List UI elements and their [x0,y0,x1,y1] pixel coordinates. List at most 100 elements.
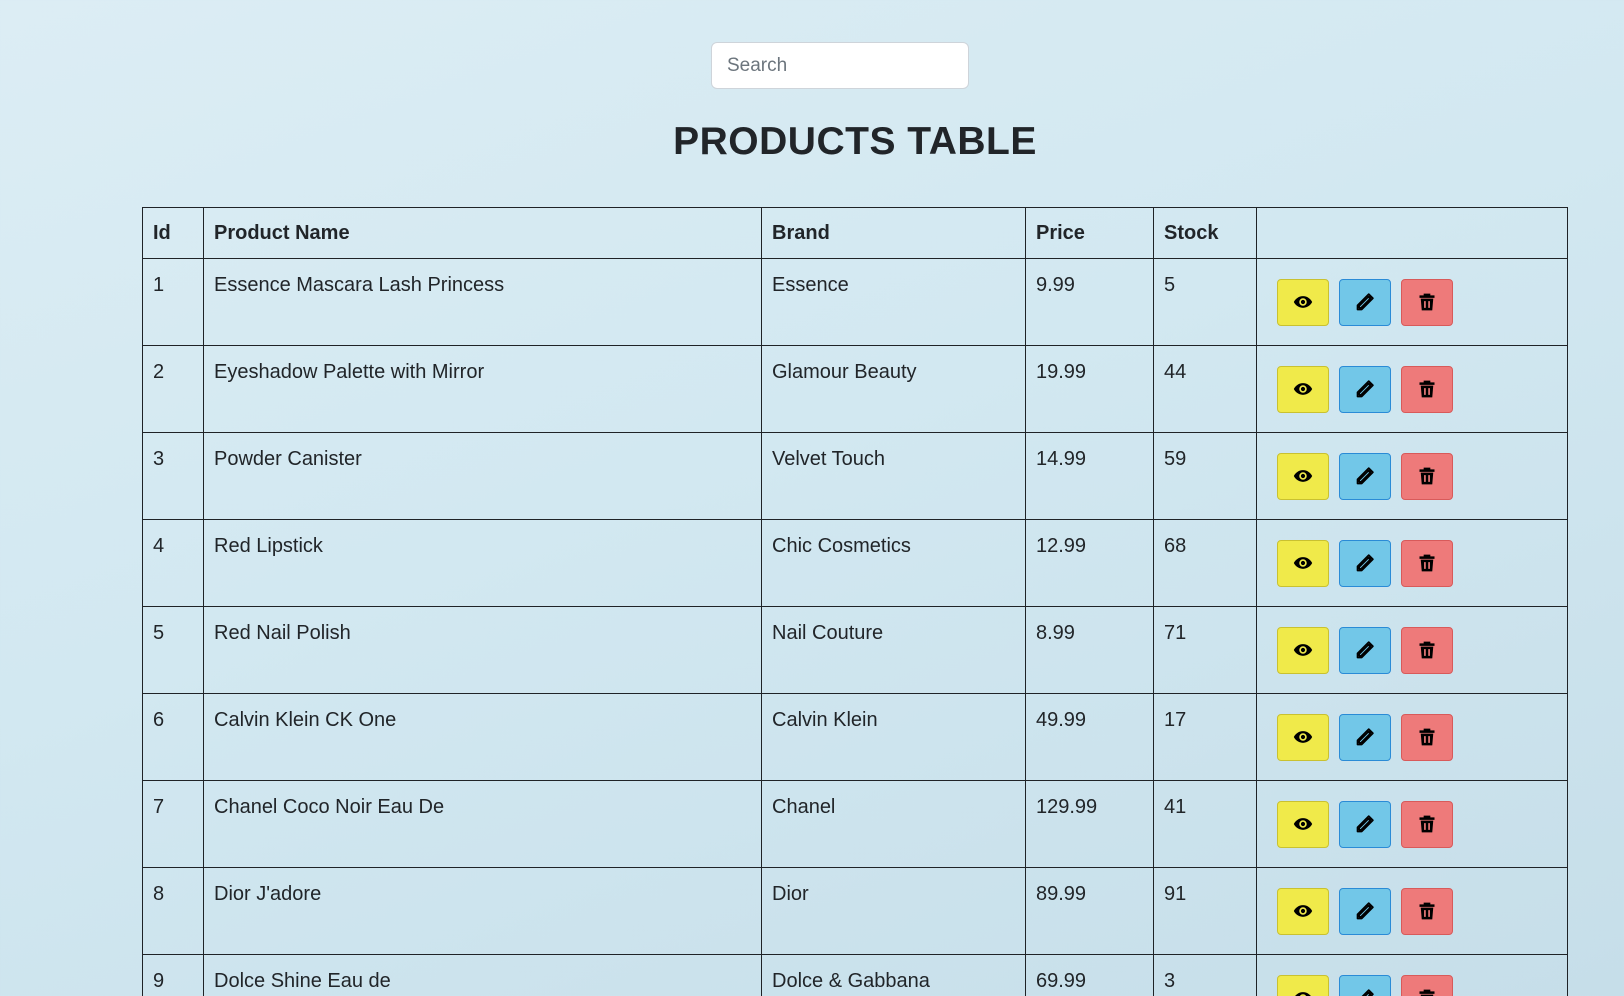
cell-product-name: Chanel Coco Noir Eau De [203,780,762,868]
cell-product-name: Powder Canister [203,432,762,520]
view-button[interactable] [1277,714,1329,761]
view-button[interactable] [1277,888,1329,935]
pencil-icon [1356,554,1374,572]
cell-price: 14.99 [1025,432,1154,520]
cell-actions [1256,519,1568,607]
cell-stock: 41 [1153,780,1257,868]
column-header-id: Id [142,207,204,259]
cell-stock: 3 [1153,954,1257,996]
trash-icon [1419,380,1435,398]
eye-icon [1293,818,1313,830]
cell-id: 1 [142,258,204,346]
pencil-icon [1356,815,1374,833]
trash-icon [1419,815,1435,833]
cell-id: 7 [142,780,204,868]
cell-stock: 44 [1153,345,1257,433]
cell-id: 2 [142,345,204,433]
cell-price: 89.99 [1025,867,1154,955]
cell-price: 129.99 [1025,780,1154,868]
trash-icon [1419,989,1435,996]
view-button[interactable] [1277,975,1329,996]
edit-button[interactable] [1339,453,1391,500]
delete-button[interactable] [1401,714,1453,761]
eye-icon [1293,557,1313,569]
cell-actions [1256,345,1568,433]
table-row: 8 Dior J'adore Dior 89.99 91 [142,867,1568,955]
pencil-icon [1356,380,1374,398]
cell-price: 12.99 [1025,519,1154,607]
cell-stock: 5 [1153,258,1257,346]
cell-brand: Dior [761,867,1026,955]
cell-actions [1256,258,1568,346]
pencil-icon [1361,989,1374,996]
cell-actions [1256,867,1568,955]
cell-brand: Dolce & Gabbana [761,954,1026,996]
cell-product-name: Red Lipstick [203,519,762,607]
cell-brand: Velvet Touch [761,432,1026,520]
delete-button[interactable] [1401,366,1453,413]
cell-id: 8 [142,867,204,955]
pencil-icon [1356,728,1374,746]
cell-brand: Nail Couture [761,606,1026,694]
cell-brand: Essence [761,258,1026,346]
cell-actions [1256,606,1568,694]
view-button[interactable] [1277,453,1329,500]
table-body: 1 Essence Mascara Lash Princess Essence … [142,258,1568,996]
products-table: Id Product Name Brand Price Stock 1 Esse… [142,207,1568,996]
column-header-stock: Stock [1153,207,1257,259]
column-header-actions [1256,207,1568,259]
table-header-row: Id Product Name Brand Price Stock [142,207,1568,259]
trash-icon [1419,728,1435,746]
pencil-icon [1356,467,1374,485]
delete-button[interactable] [1401,627,1453,674]
column-header-brand: Brand [761,207,1026,259]
edit-button[interactable] [1339,540,1391,587]
cell-id: 9 [142,954,204,996]
cell-actions [1256,432,1568,520]
delete-button[interactable] [1401,801,1453,848]
edit-button[interactable] [1339,801,1391,848]
table-row: 4 Red Lipstick Chic Cosmetics 12.99 68 [142,519,1568,607]
view-button[interactable] [1277,627,1329,674]
cell-actions [1256,780,1568,868]
delete-button[interactable] [1401,888,1453,935]
view-button[interactable] [1277,801,1329,848]
edit-button[interactable] [1339,366,1391,413]
pencil-icon [1356,293,1374,311]
table-row: 7 Chanel Coco Noir Eau De Chanel 129.99 … [142,780,1568,868]
view-button[interactable] [1277,366,1329,413]
trash-icon [1419,293,1435,311]
products-table-container: Id Product Name Brand Price Stock 1 Esse… [142,207,1568,996]
trash-icon [1419,902,1435,920]
delete-button[interactable] [1401,975,1453,996]
cell-actions [1256,954,1568,996]
eye-icon [1293,731,1313,743]
search-input[interactable] [711,42,969,89]
cell-price: 19.99 [1025,345,1154,433]
cell-stock: 71 [1153,606,1257,694]
delete-button[interactable] [1401,279,1453,326]
cell-product-name: Calvin Klein CK One [203,693,762,781]
edit-button[interactable] [1339,627,1391,674]
cell-stock: 91 [1153,867,1257,955]
pencil-icon [1356,902,1374,920]
table-header: Id Product Name Brand Price Stock [142,207,1568,259]
edit-button[interactable] [1339,279,1391,326]
edit-button[interactable] [1339,888,1391,935]
cell-price: 69.99 [1025,954,1154,996]
cell-price: 9.99 [1025,258,1154,346]
cell-brand: Calvin Klein [761,693,1026,781]
edit-button[interactable] [1339,975,1391,996]
cell-product-name: Dolce Shine Eau de [203,954,762,996]
table-row: 1 Essence Mascara Lash Princess Essence … [142,258,1568,346]
eye-icon [1293,296,1313,308]
delete-button[interactable] [1401,453,1453,500]
delete-button[interactable] [1401,540,1453,587]
column-header-price: Price [1025,207,1154,259]
edit-button[interactable] [1339,714,1391,761]
cell-brand: Chic Cosmetics [761,519,1026,607]
view-button[interactable] [1277,540,1329,587]
cell-id: 5 [142,606,204,694]
cell-product-name: Dior J'adore [203,867,762,955]
view-button[interactable] [1277,279,1329,326]
